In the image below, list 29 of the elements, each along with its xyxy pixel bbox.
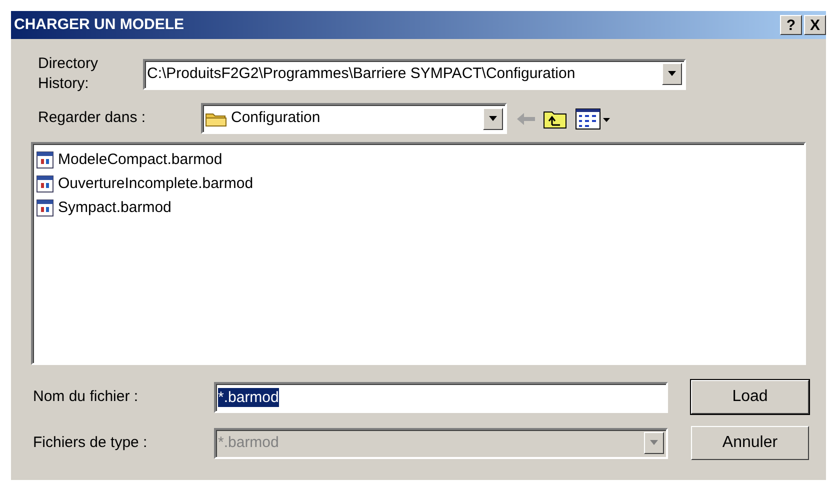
directory-combo[interactable]: C:\ProduitsF2G2\Programmes\Barriere SYMPACT\Configuration [143,58,686,90]
file-icon [36,175,54,193]
combo-value: Configuration [231,108,320,128]
view-menu-icon[interactable] [575,108,611,130]
window-title: CHARGER UN MODELE [14,14,186,35]
dropdown-button[interactable] [483,108,503,130]
up-folder-icon[interactable] [543,108,567,128]
file-list[interactable]: ModeleCompact.barmod OuvertureIncomplete.barmod Sympact.barmod [31,142,806,365]
load-button[interactable]: Load [691,380,809,414]
file-name-field[interactable]: *.barmod [214,382,668,412]
folder-combo[interactable]: Configuration [201,103,507,134]
field-label: Regarder dans : [38,108,147,128]
field-label: Nom du fichier : [33,386,140,407]
file-icon [36,151,54,169]
file-icon [36,199,54,217]
folder-icon [205,110,227,126]
caret-icon [649,440,659,446]
close-button[interactable]: X [804,15,826,35]
file-name[interactable]: Sympact.barmod [58,196,172,220]
cancel-button[interactable]: Annuler [691,426,809,460]
field-label: Fichiers de type : [33,432,148,453]
caret-icon [667,71,677,77]
file-name[interactable]: ModeleCompact.barmod [58,148,222,172]
dropdown-button[interactable] [662,63,682,85]
combo-value: C:\ProduitsF2G2\Programmes\Barriere SYMPACT\Configuration [147,64,576,84]
help-button[interactable]: ? [780,15,802,35]
caret-icon [488,116,498,122]
field-label: Directory History: [38,54,100,94]
file-name[interactable]: OuvertureIncomplete.barmod [58,172,254,196]
